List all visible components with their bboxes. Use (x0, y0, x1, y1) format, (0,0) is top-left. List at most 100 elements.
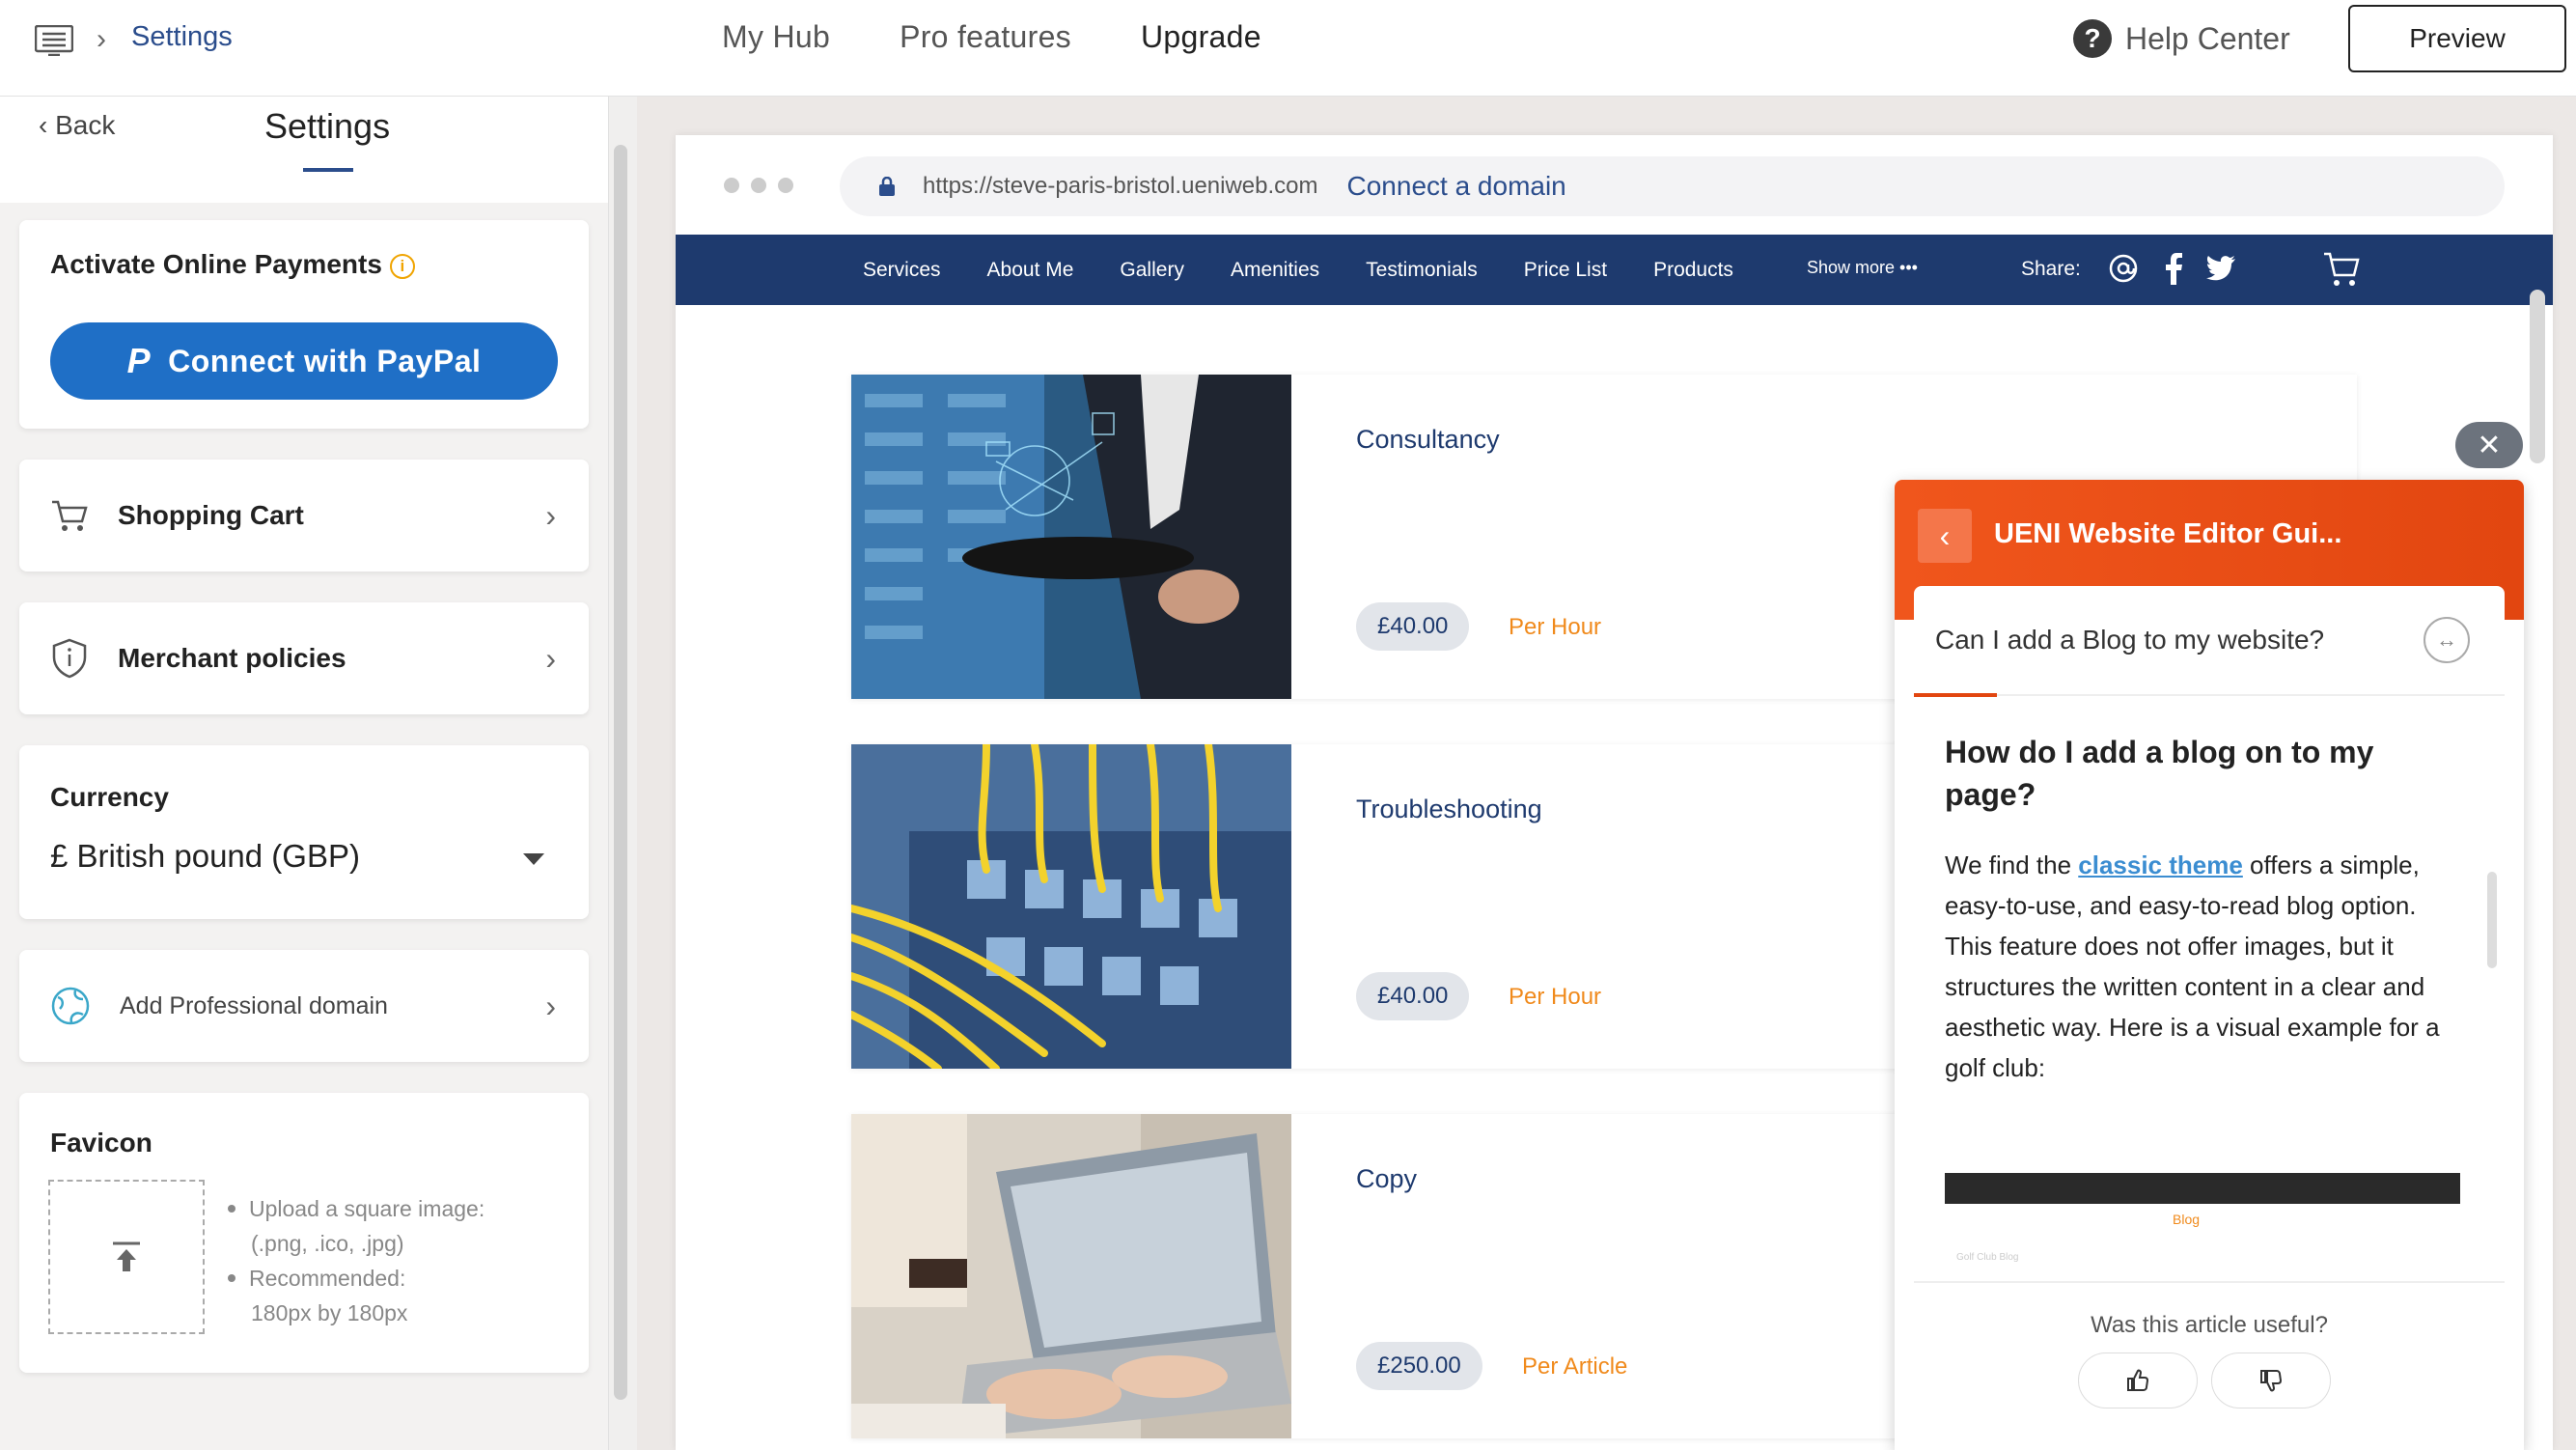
nav-my-hub[interactable]: My Hub (722, 19, 830, 55)
site-nav-price-list[interactable]: Price List (1524, 259, 1607, 282)
preview-scrollbar[interactable] (2530, 290, 2545, 463)
upload-icon (113, 1241, 140, 1271)
expand-icon[interactable]: ↔ (2424, 617, 2470, 663)
favicon-upload-area[interactable] (48, 1180, 205, 1334)
service-price: £40.00 (1356, 602, 1470, 651)
service-unit: Per Hour (1509, 614, 1602, 640)
shopping-cart-row[interactable]: Shopping Cart › (19, 460, 589, 572)
service-image-troubleshooting (851, 744, 1291, 1069)
widget-divider (1914, 1281, 2505, 1283)
sidebar-title: Settings (264, 106, 391, 146)
bullet (228, 1273, 235, 1282)
back-label: Back (55, 110, 116, 140)
facebook-icon[interactable] (2164, 252, 2183, 285)
thumbs-down-icon (2260, 1370, 2283, 1392)
preview-button[interactable]: Preview (2348, 5, 2566, 72)
online-payments-title-text: Activate Online Payments (50, 249, 382, 279)
chevron-right-icon: › (545, 640, 556, 676)
blog-example-caption: Blog (2173, 1212, 2201, 1227)
currency-label: Currency (50, 782, 169, 812)
url-bar: https://steve-paris-bristol.ueniweb.com … (840, 156, 2505, 216)
bullet (228, 1204, 235, 1213)
site-nav-amenities[interactable]: Amenities (1231, 259, 1319, 282)
online-payments-title: Activate Online Payments i (50, 249, 415, 280)
chevron-right-icon: › (545, 988, 556, 1023)
cart-icon[interactable] (2322, 250, 2361, 289)
globe-icon (51, 987, 90, 1025)
thumbs-down-button[interactable] (2211, 1352, 2331, 1408)
site-nav-products[interactable]: Products (1653, 259, 1733, 282)
chevron-right-icon: › (97, 23, 106, 55)
shield-icon (52, 638, 87, 679)
online-payments-card: Activate Online Payments i P Connect with… (19, 220, 589, 429)
shopping-cart-label: Shopping Cart (118, 500, 304, 530)
site-nav-testimonials[interactable]: Testimonials (1366, 259, 1478, 282)
nav-upgrade[interactable]: Upgrade (1141, 19, 1261, 55)
note-size: 180px by 180px (251, 1300, 408, 1325)
favicon-title: Favicon (50, 1128, 152, 1157)
service-image-copy (851, 1114, 1291, 1438)
service-name: Consultancy (1356, 425, 1500, 454)
info-icon[interactable]: i (389, 253, 415, 279)
note-recommended: Recommended: (249, 1266, 406, 1291)
favicon-card: Favicon Upload a square image: (.png, .i… (19, 1093, 589, 1373)
widget-title: UENI Website Editor Gui... (1994, 518, 2342, 549)
share-label: Share: (2021, 258, 2081, 280)
article-text-end: offers a simple, easy-to-use, and easy-t… (1945, 850, 2440, 1082)
widget-scrollbar[interactable] (2487, 872, 2497, 968)
chevron-right-icon: › (545, 497, 556, 533)
article-content: How do I add a blog on to my page? We fi… (1945, 731, 2466, 1088)
article-text-start: We find the (1945, 850, 2079, 879)
site-url: https://steve-paris-bristol.ueniweb.com (923, 173, 1318, 199)
site-nav-show-more[interactable]: Show more ••• (1807, 258, 1918, 278)
service-image-consultancy (851, 375, 1291, 699)
site-nav-services[interactable]: Services (863, 259, 941, 282)
service-price: £40.00 (1356, 972, 1470, 1020)
article-question: Can I add a Blog to my website? (1935, 625, 2325, 655)
caret-down-icon[interactable] (523, 853, 544, 865)
service-unit: Per Hour (1509, 984, 1602, 1010)
help-center-link[interactable]: ? Help Center (2073, 19, 2290, 58)
currency-card: Currency £ British pound (GBP) (19, 745, 589, 919)
note-formats: (.png, .ico, .jpg) (251, 1231, 404, 1256)
service-unit: Per Article (1522, 1353, 1628, 1380)
lock-icon (879, 177, 895, 196)
settings-sidebar: ‹ Back Settings Activate Online Payments… (0, 97, 608, 1450)
connect-domain-link[interactable]: Connect a domain (1347, 171, 1566, 202)
connect-paypal-button[interactable]: P Connect with PayPal (50, 322, 558, 400)
at-icon[interactable] (2108, 252, 2139, 285)
top-nav: My Hub Pro features Upgrade (722, 19, 1261, 55)
professional-domain-row[interactable]: Add Professional domain › (19, 950, 589, 1062)
widget-back-button[interactable]: ‹ (1918, 509, 1972, 563)
service-name: Copy (1356, 1164, 1418, 1193)
service-name: Troubleshooting (1356, 795, 1542, 823)
thumbs-up-icon (2127, 1369, 2149, 1391)
blog-example-subcaption: Golf Club Blog (1956, 1252, 2019, 1263)
merchant-policies-row[interactable]: Merchant policies › (19, 602, 589, 714)
back-link[interactable]: ‹ Back (39, 110, 115, 141)
nav-pro-features[interactable]: Pro features (900, 19, 1071, 55)
close-widget-button[interactable]: ✕ (2455, 422, 2523, 468)
note-upload: Upload a square image: (249, 1196, 485, 1221)
site-nav-gallery[interactable]: Gallery (1120, 259, 1184, 282)
paypal-logo-icon: P (126, 341, 152, 380)
twitter-icon[interactable] (2206, 256, 2235, 281)
classic-theme-link[interactable]: classic theme (2078, 850, 2243, 879)
thumbs-up-button[interactable] (2078, 1352, 2198, 1408)
merchant-policies-label: Merchant policies (118, 643, 346, 673)
question-icon: ? (2073, 19, 2112, 58)
window-dots (724, 178, 793, 193)
service-price: £250.00 (1356, 1342, 1482, 1390)
connect-paypal-label: Connect with PayPal (168, 343, 482, 378)
sidebar-scrollbar[interactable] (614, 145, 627, 1400)
useful-question: Was this article useful? (2091, 1312, 2328, 1338)
article-heading: How do I add a blog on to my page? (1945, 735, 2374, 812)
top-bar: › Settings My Hub Pro features Upgrade ?… (0, 0, 2576, 97)
currency-select[interactable]: £ British pound (GBP) (50, 838, 360, 875)
breadcrumb-settings[interactable]: Settings (131, 21, 233, 53)
editor-menu-icon[interactable] (35, 25, 73, 56)
widget-body: Can I add a Blog to my website? ↔ How do… (1914, 586, 2505, 1450)
site-nav-about[interactable]: About Me (987, 259, 1074, 282)
professional-domain-label: Add Professional domain (120, 991, 388, 1019)
title-underline (303, 168, 353, 172)
